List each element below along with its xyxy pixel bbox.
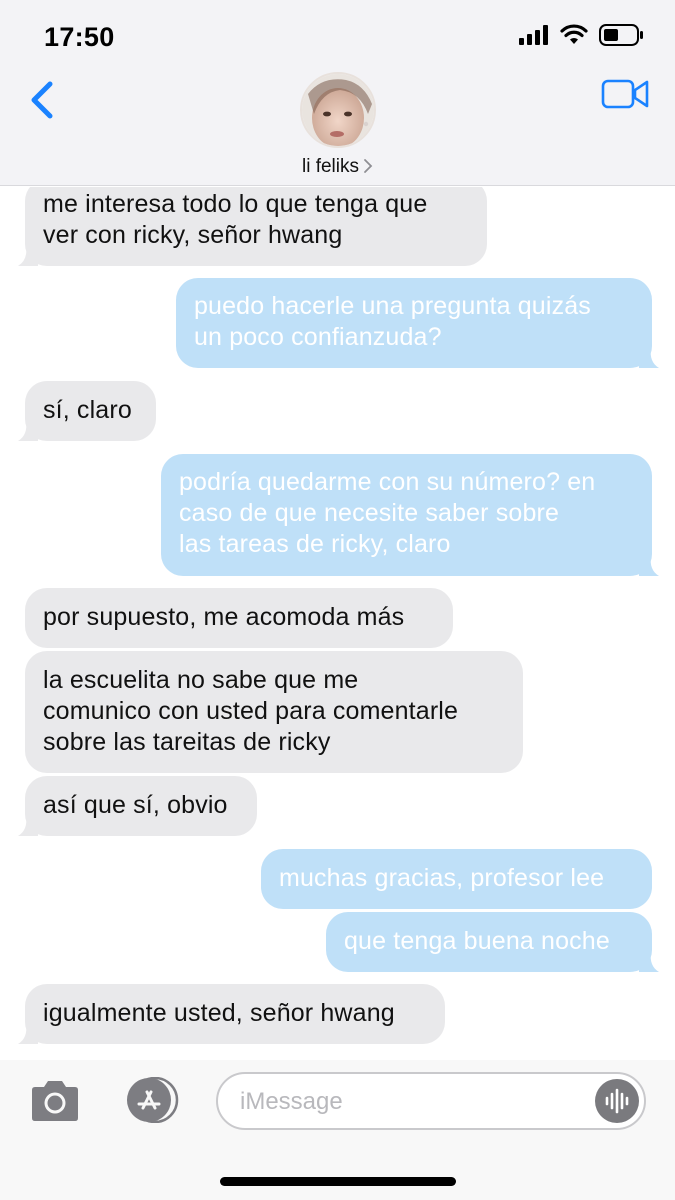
message-incoming[interactable]: igualmente usted, señor hwang [18,984,445,1044]
bubble-tail [639,348,659,368]
back-chevron-icon[interactable] [24,78,58,122]
message-line: sobre las tareitas de ricky [43,728,331,756]
message-line: comunico con usted para comentarle [43,697,459,725]
message-line: que tenga buena noche [344,927,610,955]
battery-icon [599,24,643,46]
message-line: las tareas de ricky, claro [179,530,451,558]
message-outgoing[interactable]: que tenga buena noche [326,912,659,972]
camera-icon[interactable] [28,1080,82,1122]
message-line: un poco confianzuda? [194,323,442,351]
audio-record-button[interactable] [595,1079,639,1123]
wifi-icon [560,24,588,44]
message-line: caso de que necesite saber sobre [179,499,560,527]
message-incoming[interactable]: así que sí, obvio [18,776,257,836]
audio-waveform-icon [605,1088,629,1114]
message-incoming[interactable]: me interesa todo lo que tenga que ver co… [18,187,487,266]
bubble-tail [639,952,659,972]
message-incoming[interactable]: sí, claro [18,381,156,441]
message-incoming[interactable]: la escuelita no sabe que me comunico con… [25,651,523,773]
message-outgoing[interactable]: podría quedarme con su número? en caso d… [161,454,659,576]
app-store-icon[interactable] [119,1077,181,1123]
input-placeholder: iMessage [240,1088,343,1115]
bubble-tail [18,816,38,836]
chevron-right-icon [364,159,373,173]
imessage-input[interactable]: iMessage [216,1072,646,1130]
message-line: sí, claro [43,396,132,424]
message-outgoing[interactable]: muchas gracias, profesor lee [261,849,652,909]
bubble-tail [18,246,38,266]
message-line: por supuesto, me acomoda más [43,603,405,631]
cellular-signal-icon [519,25,548,45]
message-line: muchas gracias, profesor lee [279,864,605,892]
message-line: así que sí, obvio [43,791,228,819]
message-thread[interactable]: me interesa todo lo que tenga que ver co… [0,187,675,1060]
message-outgoing[interactable]: puedo hacerle una pregunta quizás un poc… [176,278,659,368]
status-icons [519,24,643,46]
video-camera-icon[interactable] [601,78,649,110]
avatar-image [302,74,374,146]
message-line: podría quedarme con su número? en [179,468,596,496]
contact-avatar[interactable] [300,72,376,148]
contact-name: li feliks [301,156,359,177]
message-line: ver con ricky, señor hwang [43,221,343,249]
message-line: puedo hacerle una pregunta quizás [194,292,591,320]
contact-name-row[interactable]: li feliks [0,156,675,178]
home-indicator[interactable] [220,1177,456,1186]
bubble-tail [18,1024,38,1044]
message-line: me interesa todo lo que tenga que [43,190,428,218]
bubble-tail [18,421,38,441]
message-incoming[interactable]: por supuesto, me acomoda más [25,588,453,648]
status-time: 17:50 [44,22,115,52]
message-line: la escuelita no sabe que me [43,666,359,694]
top-bar: 17:50 li feliks [0,0,675,186]
bubble-tail [639,556,659,576]
message-line: igualmente usted, señor hwang [43,999,395,1027]
